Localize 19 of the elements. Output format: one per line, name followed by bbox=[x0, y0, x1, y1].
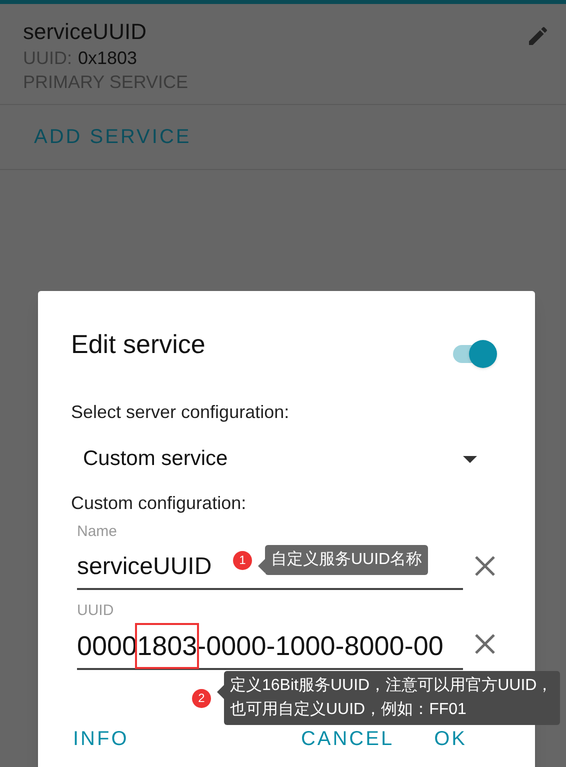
toggle-switch[interactable] bbox=[451, 339, 497, 369]
dialog-button[interactable]: CANCEL bbox=[300, 724, 394, 754]
name-field-label: Name bbox=[77, 522, 118, 542]
edit-icon[interactable] bbox=[526, 24, 550, 48]
callout-pointer bbox=[258, 559, 265, 573]
clear-icon[interactable] bbox=[473, 632, 497, 656]
annotation-number: 1 bbox=[233, 550, 252, 570]
uuid-field-label: UUID bbox=[77, 600, 115, 620]
custom-config-label: Custom configuration: bbox=[71, 492, 248, 515]
dropdown-caret-icon bbox=[463, 456, 477, 462]
dialog-title: Edit service bbox=[71, 328, 206, 360]
dialog-button[interactable]: INFO bbox=[73, 724, 129, 754]
config-dropdown[interactable]: Custom service bbox=[71, 442, 497, 476]
service-name: serviceUUID bbox=[23, 18, 148, 46]
dialog-button[interactable]: OK bbox=[434, 724, 467, 754]
callout-pointer bbox=[217, 685, 224, 699]
uuid-value: 0x1803 bbox=[78, 47, 138, 70]
clear-icon[interactable] bbox=[473, 554, 497, 578]
config-label: Select server configuration: bbox=[71, 401, 290, 424]
